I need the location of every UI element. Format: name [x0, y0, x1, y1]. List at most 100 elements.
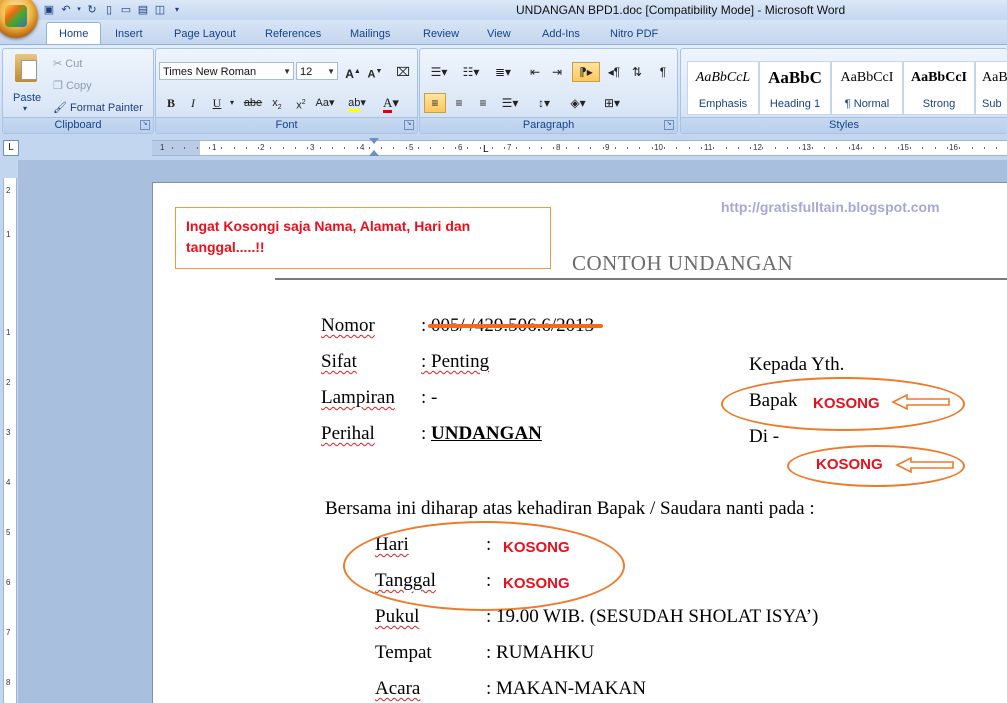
ruler-tick-mark — [774, 147, 776, 149]
style-sample: AaBbCcL — [695, 70, 751, 85]
underline-button[interactable]: U — [206, 93, 228, 113]
tab-view[interactable]: View — [487, 24, 511, 44]
style-heading-1[interactable]: AaBbC Heading 1 — [759, 61, 831, 115]
style-strong[interactable]: AaBbCcI Strong — [903, 61, 975, 115]
bullets-button[interactable]: ☰▾ — [424, 62, 454, 82]
borders-button[interactable]: ⊞▾ — [598, 93, 626, 113]
ruler-tick-mark — [307, 147, 309, 149]
ruler-tick-mark — [787, 147, 788, 149]
sort-icon[interactable]: ⇅ — [626, 62, 648, 82]
copy-button[interactable]: ❐ Copy — [53, 77, 92, 95]
ruler-tick-mark — [331, 147, 333, 149]
rtl-direction-button[interactable]: ◂¶ — [600, 62, 628, 82]
clear-formatting-icon[interactable]: ⌧ — [392, 62, 414, 82]
font-color-button[interactable]: A▾ — [380, 93, 402, 113]
style-subtitle[interactable]: AaBl Sub — [975, 61, 1007, 115]
ruler-tick-mark — [959, 147, 961, 149]
clipboard-group: Paste ▾ ✂ Cut ❐ Copy 🖌 Format Painter Cl… — [2, 48, 154, 134]
font-name-value: Times New Roman — [163, 66, 257, 78]
strikethrough-button[interactable]: abe — [242, 93, 264, 113]
grow-font-button[interactable]: A▲ — [342, 62, 364, 82]
horizontal-ruler[interactable]: L 1 1 2 3 4 5 6 7 8 9 10 11 12 13 14 15 16 — [152, 138, 1007, 156]
document-page[interactable]: http://gratisfulltain.blogspot.com Ingat… — [152, 182, 1007, 703]
tab-stop-icon[interactable]: L — [483, 145, 489, 155]
clipboard-group-label: Clipboard — [3, 117, 153, 133]
shading-button[interactable]: ◈▾ — [564, 93, 592, 113]
ruler-number: 1 — [6, 230, 11, 239]
style-normal[interactable]: AaBbCcI ¶ Normal — [831, 61, 903, 115]
ruler-tick-mark — [504, 147, 506, 149]
new-document-icon[interactable]: ▯ — [102, 3, 116, 17]
tab-references[interactable]: References — [265, 24, 321, 44]
ruler-tick-mark — [418, 147, 419, 149]
styles-group-label: Styles — [681, 117, 1007, 133]
change-case-button[interactable]: Aa▾ — [314, 93, 336, 113]
chevron-down-icon: ▼ — [327, 67, 335, 76]
undo-icon[interactable]: ↶ — [59, 3, 73, 17]
text-direction-button[interactable]: ⁋▸ — [572, 62, 600, 82]
font-name-select[interactable]: Times New Roman ▼ — [159, 62, 294, 80]
tab-insert[interactable]: Insert — [115, 24, 143, 44]
format-painter-button[interactable]: 🖌 Format Painter — [53, 99, 143, 117]
vertical-ruler[interactable]: 2 1 1 2 3 4 5 6 7 8 — [0, 160, 18, 703]
paste-button[interactable]: Paste ▾ — [7, 52, 45, 114]
ruler-tick-mark — [245, 147, 247, 149]
redo-icon[interactable]: ↻ — [85, 3, 99, 17]
ruler-tick-mark — [946, 147, 948, 149]
ruler-tick-mark — [762, 147, 764, 149]
open-folder-icon[interactable]: ▭ — [119, 3, 133, 17]
dropdown-arrow-icon[interactable]: ▾ — [76, 3, 82, 17]
dialog-launcher-icon[interactable]: ↘ — [664, 120, 674, 130]
ruler-tick-mark — [836, 147, 838, 149]
acara-label: Acara — [375, 678, 421, 699]
dialog-launcher-icon[interactable]: ↘ — [404, 120, 414, 130]
print-icon[interactable]: ▤ — [136, 3, 150, 17]
save-icon[interactable]: ▣ — [42, 3, 56, 17]
highlight-button[interactable]: ab▾ — [346, 93, 368, 113]
ruler-tick-mark — [614, 147, 616, 149]
font-size-select[interactable]: 12 ▼ — [296, 62, 338, 80]
title-bar: ▣ ↶ ▾ ↻ ▯ ▭ ▤ ◫ ▾ UNDANGAN BPD1.doc [Com… — [0, 0, 1007, 38]
ruler-tick-mark — [405, 147, 407, 149]
tab-home[interactable]: Home — [46, 22, 102, 45]
style-emphasis[interactable]: AaBbCcL Emphasis — [687, 61, 759, 115]
justify-button[interactable]: ☰▾ — [496, 93, 524, 113]
superscript-button[interactable]: x2 — [290, 93, 312, 113]
paste-clipboard-icon — [15, 54, 37, 82]
underline-dropdown-icon[interactable]: ▾ — [226, 93, 238, 113]
ruler-tick-mark — [811, 147, 813, 149]
cut-button[interactable]: ✂ Cut — [53, 55, 82, 73]
tab-review[interactable]: Review — [423, 24, 459, 44]
print-preview-icon[interactable]: ◫ — [153, 3, 167, 17]
numbering-button[interactable]: ☷▾ — [456, 62, 486, 82]
ruler-tick-mark — [282, 147, 284, 149]
align-left-button[interactable]: ≡ — [424, 93, 446, 113]
tempat-label: Tempat — [375, 642, 432, 663]
customize-toolbar-icon[interactable]: ▾ — [170, 3, 184, 17]
indent-marker-icon[interactable] — [369, 150, 379, 156]
tab-page-layout[interactable]: Page Layout — [174, 24, 236, 44]
align-right-button[interactable]: ≡ — [472, 93, 494, 113]
indent-marker-icon[interactable] — [369, 138, 379, 144]
pukul-value: : 19.00 WIB. (SESUDAH SHOLAT ISYA’) — [486, 606, 819, 627]
dialog-launcher-icon[interactable]: ↘ — [140, 120, 150, 130]
increase-indent-icon[interactable]: ⇥ — [546, 62, 568, 82]
multilevel-list-button[interactable]: ≣▾ — [488, 62, 518, 82]
line-spacing-button[interactable]: ↕▾ — [530, 93, 558, 113]
tab-mailings[interactable]: Mailings — [350, 24, 390, 44]
tab-nitro-pdf[interactable]: Nitro PDF — [610, 24, 658, 44]
ruler-number: 11 — [704, 143, 713, 152]
shrink-font-button[interactable]: A▼ — [364, 62, 386, 82]
ruler-tick-mark — [356, 147, 358, 149]
document-area[interactable]: http://gratisfulltain.blogspot.com Ingat… — [18, 160, 1007, 703]
tab-add-ins[interactable]: Add-Ins — [542, 24, 580, 44]
show-paragraph-marks-icon[interactable]: ¶ — [652, 62, 674, 82]
italic-button[interactable]: I — [182, 93, 204, 113]
bold-button[interactable]: B — [160, 93, 182, 113]
decrease-indent-icon[interactable]: ⇤ — [524, 62, 546, 82]
align-center-button[interactable]: ≡ — [448, 93, 470, 113]
acara-value: : MAKAN-MAKAN — [486, 678, 646, 699]
strike-line — [428, 324, 603, 328]
subscript-button[interactable]: x2 — [266, 93, 288, 113]
tab-selector-button[interactable]: L — [3, 140, 19, 156]
